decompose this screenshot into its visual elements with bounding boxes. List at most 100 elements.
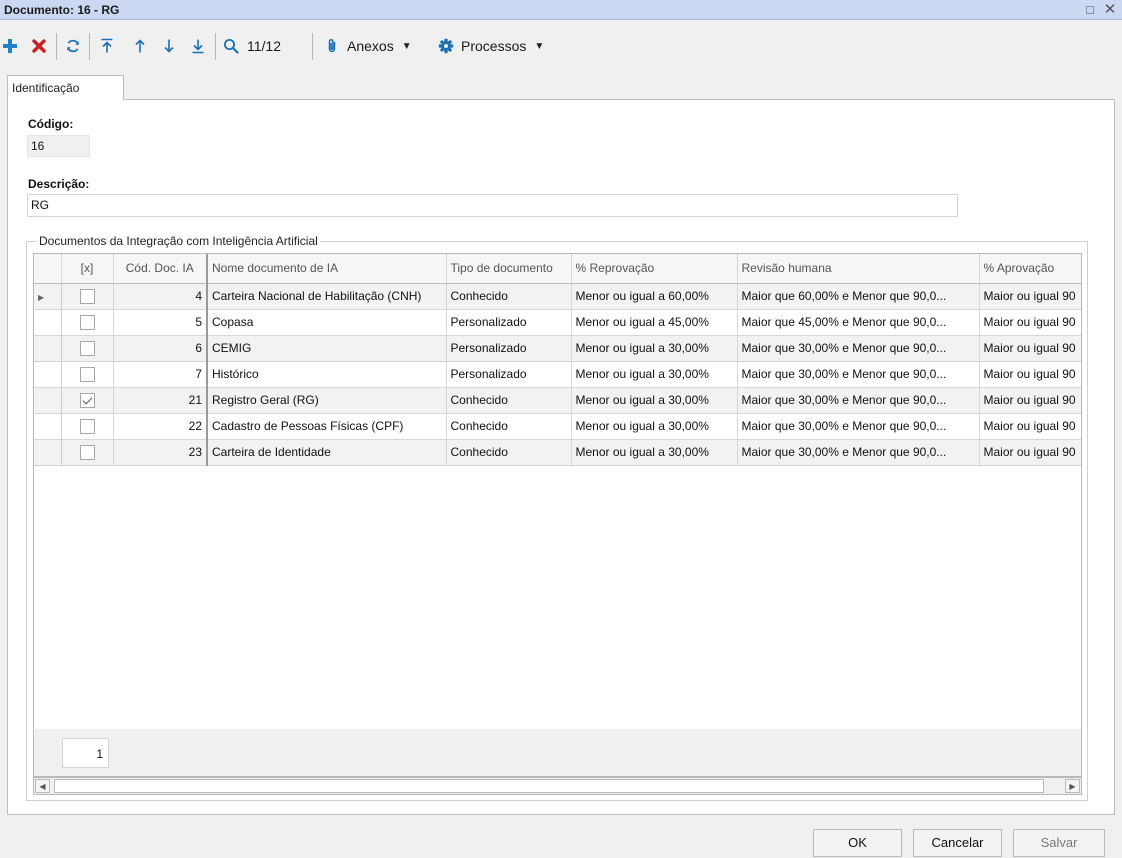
- reprovacao-cell: Menor ou igual a 30,00%: [571, 439, 738, 466]
- select-checkbox[interactable]: [79, 366, 95, 382]
- select-checkbox-cell: [61, 335, 114, 362]
- reprovacao-cell: Menor ou igual a 30,00%: [571, 335, 738, 362]
- arrow-last-icon: [192, 39, 204, 54]
- column-header-type[interactable]: Tipo de documento: [446, 254, 572, 284]
- aprovacao-cell: Maior ou igual 90: [979, 413, 1081, 440]
- select-checkbox-cell: [61, 439, 114, 466]
- table-row[interactable]: 23 Carteira de Identidade Conhecido Menor o…: [34, 439, 1081, 466]
- column-header-revisao[interactable]: Revisão humana: [737, 254, 980, 284]
- code-cell: 6: [113, 335, 208, 362]
- revisao-cell: Maior que 30,00% e Menor que 90,0...: [737, 387, 980, 414]
- row-indicator: [34, 413, 62, 440]
- type-cell: Conhecido: [446, 283, 572, 310]
- reprovacao-cell: Menor ou igual a 60,00%: [571, 283, 738, 310]
- last-record-button[interactable]: [190, 35, 206, 57]
- select-checkbox[interactable]: [79, 418, 95, 434]
- ai-documents-grid: [x] Cód. Doc. IA Nome documento de IA Ti…: [33, 253, 1082, 730]
- revisao-cell: Maior que 30,00% e Menor que 90,0...: [737, 335, 980, 362]
- page-number-box[interactable]: 1: [62, 738, 109, 768]
- maximize-icon[interactable]: □: [1082, 2, 1098, 18]
- select-checkbox[interactable]: [79, 340, 95, 356]
- select-checkbox-cell: [61, 309, 114, 336]
- select-checkbox[interactable]: [79, 288, 95, 304]
- row-indicator: [34, 361, 62, 388]
- column-header-name[interactable]: Nome documento de IA: [207, 254, 447, 284]
- code-cell: 21: [113, 387, 208, 414]
- processes-menu-button[interactable]: Processos ▼: [438, 35, 558, 57]
- name-cell: Histórico: [207, 361, 447, 388]
- name-cell: Registro Geral (RG): [207, 387, 447, 414]
- previous-record-button[interactable]: [132, 35, 148, 57]
- search-record-button[interactable]: 11/12: [223, 35, 299, 57]
- cancel-button[interactable]: Cancelar: [913, 829, 1002, 857]
- attachments-label: Anexos: [347, 38, 394, 54]
- arrow-up-icon: [135, 39, 145, 53]
- scroll-left-icon[interactable]: ◀: [35, 779, 50, 793]
- table-header-row: [x] Cód. Doc. IA Nome documento de IA Ti…: [34, 254, 1081, 284]
- table-row[interactable]: ▶ 4 Carteira Nacional de Habilitação (CNH)…: [34, 283, 1081, 310]
- column-header-code[interactable]: Cód. Doc. IA: [113, 254, 208, 284]
- next-record-button[interactable]: [161, 35, 177, 57]
- revisao-cell: Maior que 30,00% e Menor que 90,0...: [737, 361, 980, 388]
- revisao-cell: Maior que 45,00% e Menor que 90,0...: [737, 309, 980, 336]
- type-cell: Personalizado: [446, 309, 572, 336]
- table-row[interactable]: 21 Registro Geral (RG) Conhecido Menor ou i…: [34, 387, 1081, 414]
- current-row-arrow-icon: ▶: [38, 293, 45, 302]
- record-position: 11/12: [247, 38, 281, 54]
- grid-footer: [33, 729, 1082, 777]
- table-row[interactable]: 6 CEMIG Personalizado Menor ou igual a 30,0…: [34, 335, 1081, 362]
- select-checkbox-cell: [61, 413, 114, 440]
- save-button[interactable]: Salvar: [1013, 829, 1105, 857]
- select-checkbox-cell: [61, 283, 114, 310]
- toolbar-separator: [312, 33, 313, 60]
- plus-icon: [3, 39, 17, 53]
- description-label: Descrição:: [28, 177, 90, 191]
- add-button[interactable]: [1, 35, 19, 57]
- toolbar: 11/12 Anexos ▼ Processos ▼: [0, 22, 1122, 72]
- horizontal-scrollbar[interactable]: ◀ ▶: [33, 777, 1082, 795]
- ok-button[interactable]: OK: [813, 829, 902, 857]
- description-input[interactable]: RG: [27, 194, 958, 217]
- code-cell: 4: [113, 283, 208, 310]
- select-checkbox-cell: [61, 361, 114, 388]
- arrow-first-icon: [101, 38, 113, 53]
- scrollbar-thumb[interactable]: [54, 779, 1044, 793]
- table-row[interactable]: 7 Histórico Personalizado Menor ou igual a …: [34, 361, 1081, 388]
- first-record-button[interactable]: [99, 35, 115, 57]
- aprovacao-cell: Maior ou igual 90: [979, 387, 1081, 414]
- type-cell: Personalizado: [446, 335, 572, 362]
- title-bar: Documento: 16 - RG □ ✕: [0, 0, 1122, 20]
- documents-table: [x] Cód. Doc. IA Nome documento de IA Ti…: [34, 254, 1081, 466]
- refresh-button[interactable]: [64, 35, 82, 57]
- reprovacao-cell: Menor ou igual a 30,00%: [571, 361, 738, 388]
- window-title: Documento: 16 - RG: [4, 3, 120, 17]
- delete-button[interactable]: [30, 35, 48, 57]
- name-cell: Copasa: [207, 309, 447, 336]
- tab-identificacao[interactable]: Identificação: [7, 75, 124, 100]
- paperclip-icon: [328, 39, 336, 53]
- select-checkbox[interactable]: [79, 314, 95, 330]
- aprovacao-cell: Maior ou igual 90: [979, 309, 1081, 336]
- column-header-select[interactable]: [x]: [61, 254, 114, 284]
- table-row[interactable]: 5 Copasa Personalizado Menor ou igual a 45,…: [34, 309, 1081, 336]
- select-checkbox[interactable]: [79, 444, 95, 460]
- column-header-aprovacao[interactable]: % Aprovação: [979, 254, 1081, 284]
- code-cell: 5: [113, 309, 208, 336]
- type-cell: Conhecido: [446, 413, 572, 440]
- attachments-menu-button[interactable]: Anexos ▼: [326, 35, 426, 57]
- type-cell: Personalizado: [446, 361, 572, 388]
- revisao-cell: Maior que 60,00% e Menor que 90,0...: [737, 283, 980, 310]
- scroll-right-icon[interactable]: ▶: [1065, 779, 1080, 793]
- name-cell: CEMIG: [207, 335, 447, 362]
- close-icon[interactable]: ✕: [1102, 2, 1118, 18]
- row-indicator: [34, 387, 62, 414]
- column-header-reprovacao[interactable]: % Reprovação: [571, 254, 738, 284]
- code-label: Código:: [28, 117, 74, 131]
- code-cell: 7: [113, 361, 208, 388]
- select-checkbox[interactable]: [79, 392, 95, 408]
- code-field[interactable]: 16: [27, 135, 90, 157]
- revisao-cell: Maior que 30,00% e Menor que 90,0...: [737, 413, 980, 440]
- table-row[interactable]: 22 Cadastro de Pessoas Físicas (CPF) Conhe…: [34, 413, 1081, 440]
- tab-label: Identificação: [12, 81, 80, 95]
- search-icon: [224, 39, 239, 54]
